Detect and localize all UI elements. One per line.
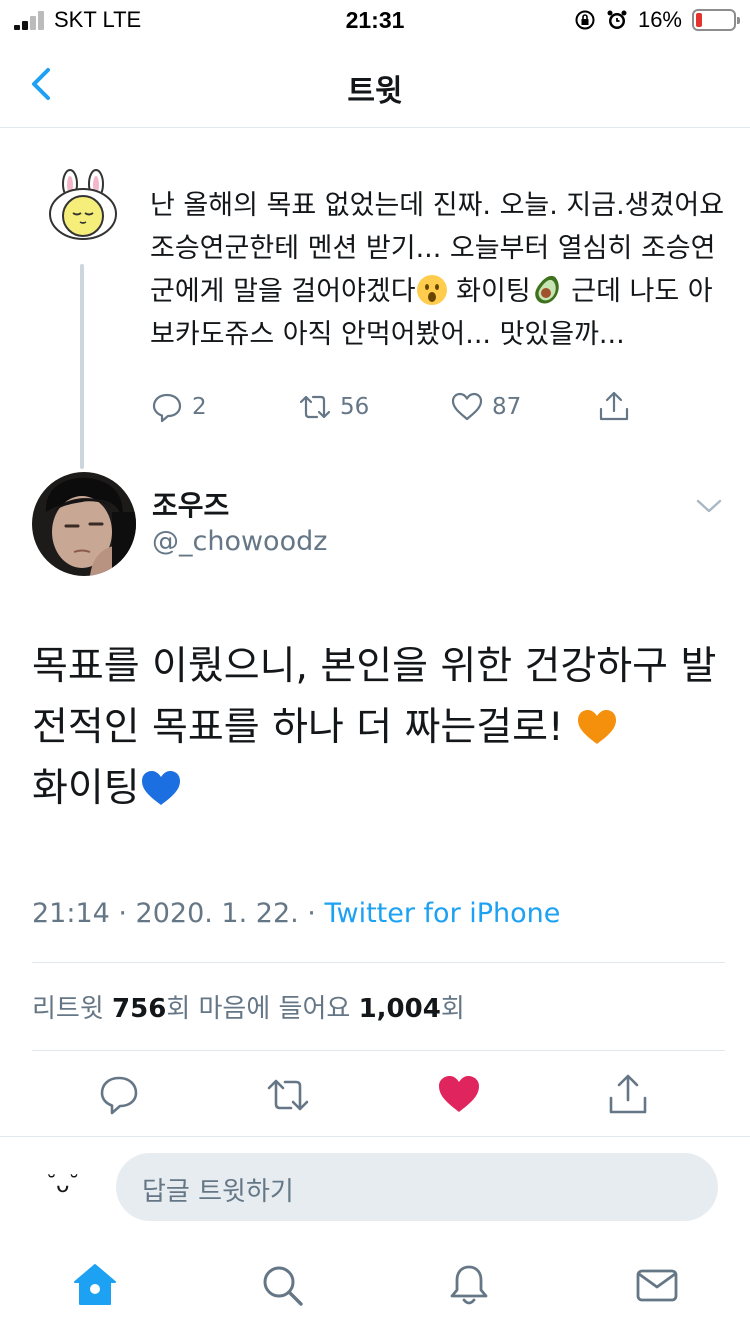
parent-like-count: 87 [492,394,522,420]
retweets-stat[interactable]: 리트윗 756회 [32,994,199,1024]
tab-bar [0,1252,750,1334]
chevron-down-icon[interactable] [694,494,724,518]
parent-like-button[interactable]: 87 [450,390,521,424]
reply-composer: ˘ᴗ˘ 답글 트윗하기 [0,1136,750,1236]
retweet-icon[interactable] [265,1072,311,1118]
tweet-timestamp: 21:14 · 2020. 1. 22. · [32,898,325,929]
status-bar: SKT LTE 21:31 16% [0,0,750,40]
orange-heart-icon [578,710,617,744]
search-icon[interactable] [259,1262,305,1308]
blue-heart-icon [141,771,180,805]
rotation-lock-icon [575,10,595,30]
reply-placeholder: 답글 트윗하기 [142,1177,294,1207]
author-handle[interactable]: @_chowoodz [152,526,327,557]
author-display-name[interactable]: 조우즈 [152,484,229,524]
bunny-avatar-icon[interactable] [46,168,120,242]
heart-filled-icon[interactable] [436,1072,482,1118]
parent-reply-count: 2 [192,394,207,420]
battery-percent: 16% [637,7,682,32]
divider [32,962,725,963]
share-icon[interactable] [605,1072,651,1118]
tweet-stats: 리트윗 756회 마음에 들어요 1,004회 [32,988,465,1025]
reply-icon [152,393,182,423]
avatar[interactable] [32,472,136,576]
share-icon [599,391,629,421]
parent-tweet-actions: 2 56 87 [150,390,640,430]
tweet-actions [0,1072,750,1120]
avocado-icon [534,275,559,304]
surprised-face-icon [416,275,447,305]
divider [32,1050,725,1051]
notifications-icon[interactable] [446,1262,492,1308]
user-face-icon: ˘ᴗ˘ [46,1173,79,1198]
alarm-icon [607,10,627,29]
messages-icon[interactable] [634,1262,680,1308]
reply-icon[interactable] [96,1072,142,1118]
navigation-bar: 트윗 [0,40,750,128]
battery-icon [692,9,740,31]
reply-input[interactable]: 답글 트윗하기 [116,1153,718,1221]
likes-stat[interactable]: 마음에 들어요 1,004회 [199,994,465,1024]
home-icon[interactable] [72,1262,118,1308]
heart-outline-icon [451,392,483,421]
thread-connector-line [80,264,84,469]
tweet-text: 목표를 이뤘으니, 본인을 위한 건강하구 발전적인 목표를 하나 더 짜는걸로… [32,644,717,811]
parent-share-button[interactable] [597,390,631,424]
tweet-meta: 21:14 · 2020. 1. 22. · Twitter for iPhon… [32,898,560,929]
parent-tweet-text: 난 올해의 목표 없었는데 진짜. 오늘. 지금.생겼어요 조승연군한테 멘션 … [150,190,725,350]
parent-reply-button[interactable]: 2 [150,390,207,424]
parent-retweet-button[interactable]: 56 [298,390,369,424]
page-title: 트윗 [347,74,403,109]
parent-retweet-count: 56 [340,394,370,420]
tweet-source-link[interactable]: Twitter for iPhone [324,898,560,929]
retweet-icon [299,395,331,419]
